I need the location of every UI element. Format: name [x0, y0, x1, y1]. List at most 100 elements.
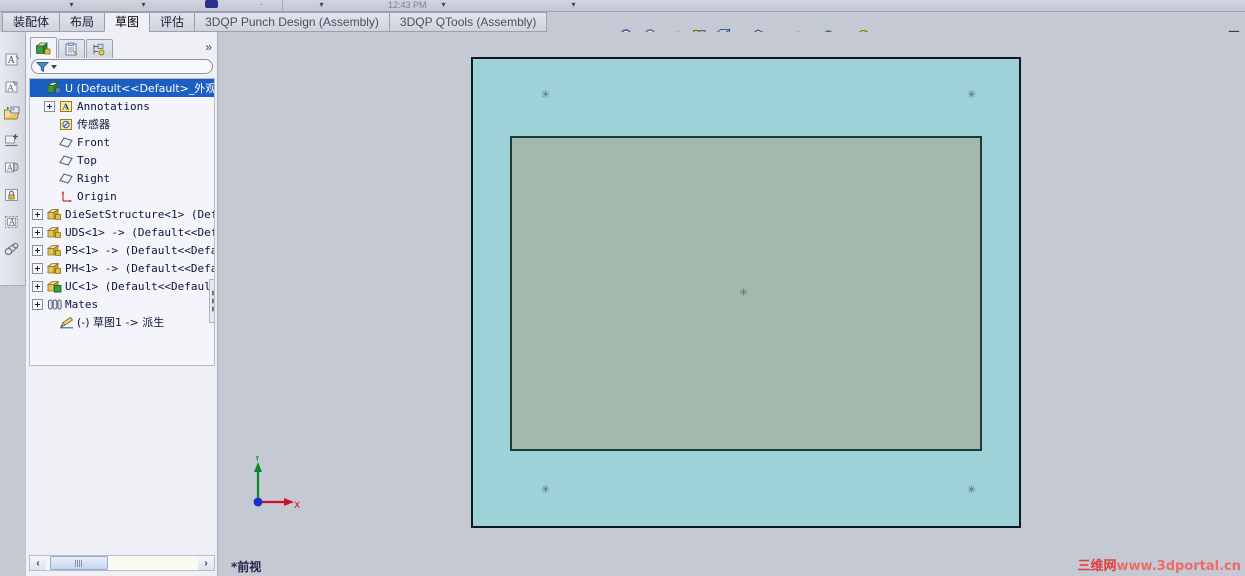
tree-item-label: DieSetStructure<1> (Defa [65, 207, 215, 221]
feature-tree[interactable]: U (Default<<Default>_外观 A Annotations 传感… [29, 78, 215, 366]
sensors-icon [58, 116, 74, 132]
svg-text:Y: Y [254, 456, 261, 464]
feature-filter-input[interactable] [59, 60, 212, 73]
tree-item-label: U (Default<<Default>_外观 [65, 82, 215, 95]
tree-item-label: Annotations [77, 99, 150, 113]
origin-icon [58, 188, 74, 204]
tree-item-diesetstructure[interactable]: DieSetStructure<1> (Defa [30, 205, 214, 223]
tree-item-label: Origin [77, 189, 117, 203]
tab-evaluate[interactable]: 评估 [149, 12, 196, 32]
tree-expander[interactable] [32, 298, 43, 310]
plane-icon [58, 134, 74, 150]
scroll-left-button[interactable]: ‹ [30, 556, 46, 570]
tree-item-ps[interactable]: PS<1> -> (Default<<Defau [30, 241, 214, 259]
sketch-point-marker[interactable]: ✳ [541, 89, 550, 100]
tree-expander [44, 317, 55, 328]
tree-expander[interactable] [32, 244, 43, 256]
tree-expander [44, 137, 55, 148]
feature-filter-field[interactable] [31, 59, 213, 74]
tree-item-sensors[interactable]: 传感器 [30, 115, 214, 133]
toolbar-caret-4[interactable]: ▾ [318, 1, 325, 9]
plane-icon [58, 152, 74, 168]
clipped-toolbar-text: 12:43 PM [388, 0, 427, 10]
sketch-point-marker[interactable]: ✳ [967, 89, 976, 100]
tree-item-ph[interactable]: PH<1> -> (Default<<Defau [30, 259, 214, 277]
tab-sketch[interactable]: 草图 [104, 12, 151, 32]
tree-item-right-plane[interactable]: Right [30, 169, 214, 187]
component-icon [46, 242, 62, 258]
filter-caret-icon[interactable] [51, 64, 57, 69]
svg-text:A: A [8, 217, 15, 226]
tree-expander [44, 119, 55, 130]
tree-item-uc[interactable]: UC<1> (Default<<Default> [30, 277, 214, 295]
tree-item-label: Right [77, 171, 111, 185]
scrollbar-thumb[interactable] [50, 556, 108, 570]
svg-text:A: A [7, 83, 15, 93]
open-folder-icon[interactable] [0, 100, 24, 127]
coordinate-triad: Y X [249, 454, 303, 514]
tab-3dqp-qtools[interactable]: 3DQP QTools (Assembly) [388, 12, 548, 32]
tab-assembly[interactable]: 装配体 [2, 12, 61, 32]
toolbar-caret-1[interactable]: ▾ [68, 1, 75, 9]
tree-item-origin[interactable]: Origin [30, 187, 214, 205]
tree-item-front-plane[interactable]: Front [30, 133, 214, 151]
view-orientation-status: *前视 [231, 559, 262, 574]
belt-chain-icon[interactable] [0, 235, 24, 262]
feature-manager-tab[interactable] [30, 37, 57, 58]
tree-item-label: Top [77, 153, 97, 167]
tree-item-label: Mates [65, 297, 99, 311]
tab-3dqp-punch-design[interactable]: 3DQP Punch Design (Assembly) [194, 12, 390, 32]
status-bar: *前视 三维网www.3dportal.cn [219, 556, 1245, 576]
tree-item-label: (-) 草图1 -> 派生 [77, 316, 165, 329]
tree-expander[interactable] [32, 262, 43, 274]
tree-item-assembly-root[interactable]: U (Default<<Default>_外观 [30, 79, 214, 97]
svg-text:A: A [7, 56, 15, 66]
toolbar-caret-3[interactable]: · [258, 1, 265, 9]
toolbar-blue-item[interactable] [205, 0, 218, 8]
graphics-area[interactable]: ✳ ✳ ✳ ✳ ✳ Y X [219, 32, 1245, 556]
tree-item-sketch1[interactable]: (-) 草图1 -> 派生 [30, 313, 214, 331]
sketch-tools-rail: A A A A [0, 32, 26, 286]
tree-expander [44, 173, 55, 184]
property-manager-tab[interactable] [58, 39, 85, 58]
configuration-manager-tab[interactable] [86, 39, 113, 58]
tree-item-label: UDS<1> -> (Default<<Defa [65, 225, 215, 239]
toolbar-caret-6[interactable]: ▾ [570, 1, 577, 9]
tree-item-annotations[interactable]: A Annotations [30, 97, 214, 115]
tree-item-mates[interactable]: Mates [30, 295, 214, 313]
solidworks-window: ▾ ▾ · ▾ ▾ ▾ 12:43 PM 装配体 布局 草图 评估 3DQP P… [0, 0, 1245, 576]
scrollbar-grip-icon [75, 559, 83, 567]
feature-manager-more-button[interactable]: » [205, 40, 212, 54]
tree-item-uds[interactable]: UDS<1> -> (Default<<Defa [30, 223, 214, 241]
toolbar-caret-2[interactable]: ▾ [140, 1, 147, 9]
tree-item-top-plane[interactable]: Top [30, 151, 214, 169]
insert-block-icon[interactable] [0, 127, 24, 154]
annotation-balloon-icon[interactable]: A [0, 154, 24, 181]
note-icon[interactable]: A [0, 46, 24, 73]
feature-tree-horizontal-scrollbar[interactable]: ‹ › [29, 555, 215, 571]
watermark-cn-text: 三维网 [1077, 559, 1117, 574]
tree-item-label: 传感器 [77, 118, 110, 131]
lock-block-icon[interactable] [0, 181, 24, 208]
tree-expander[interactable] [32, 226, 43, 238]
svg-text:A: A [62, 102, 70, 112]
tree-item-label: PS<1> -> (Default<<Defau [65, 243, 215, 257]
panel-splitter-handle[interactable] [209, 279, 214, 323]
tab-layout[interactable]: 布局 [59, 12, 106, 32]
scrollbar-track[interactable] [108, 556, 198, 570]
component-green-icon [46, 278, 62, 294]
smart-dimension-icon[interactable]: A [0, 73, 24, 100]
scroll-right-button[interactable]: › [198, 556, 214, 570]
toolbar-separator-1 [282, 0, 283, 11]
tree-expander[interactable] [44, 100, 55, 112]
sketch-point-marker[interactable]: ✳ [541, 484, 550, 495]
tree-expander[interactable] [32, 208, 43, 220]
tree-expander[interactable] [32, 280, 43, 292]
sketch-point-marker[interactable]: ✳ [739, 287, 748, 298]
edit-block-icon[interactable]: A [0, 208, 24, 235]
clipped-toolbar-strip: ▾ ▾ · ▾ ▾ ▾ 12:43 PM [0, 0, 1245, 12]
sketch-point-marker[interactable]: ✳ [967, 484, 976, 495]
tree-expander [32, 83, 43, 94]
toolbar-caret-5[interactable]: ▾ [440, 1, 447, 9]
feature-manager-panel: » U (Default<<Default>_外观 A Annotations … [26, 32, 218, 576]
